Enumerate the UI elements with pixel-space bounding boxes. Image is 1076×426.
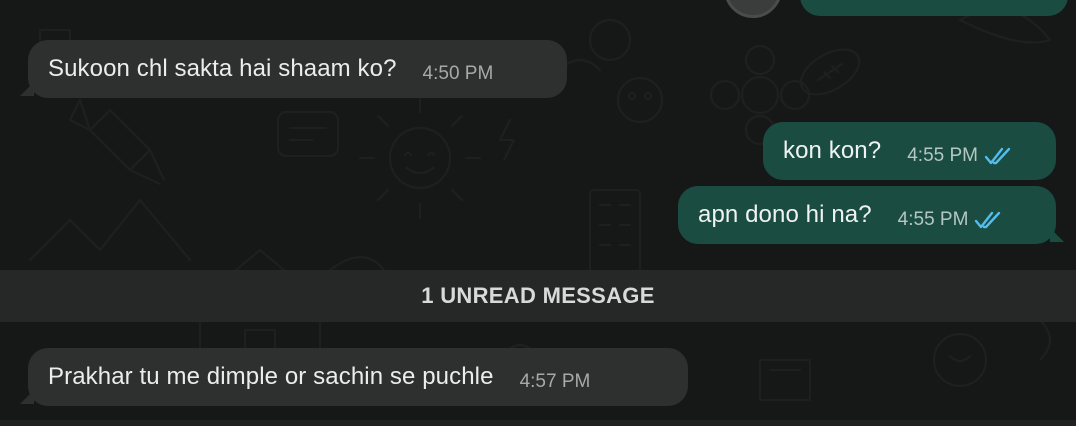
message-time: 4:50 PM xyxy=(422,62,494,84)
message-time: 4:55 PM xyxy=(897,208,969,230)
unread-divider-label: 1 UNREAD MESSAGE xyxy=(421,283,655,308)
message-meta: 4:55 PM xyxy=(907,145,1014,167)
message-meta: 4:55 PM xyxy=(898,209,1005,231)
message-time: 4:57 PM xyxy=(519,370,591,392)
composer-edge xyxy=(0,420,1076,426)
message-bubble-outgoing[interactable]: kon kon? 4:55 PM xyxy=(763,122,1056,180)
message-time: 4:55 PM xyxy=(907,144,978,166)
message-bubble-incoming[interactable]: Prakhar tu me dimple or sachin se puchle… xyxy=(28,348,688,406)
chat-window: Sukoon chl sakta hai shaam ko? 4:50 PM k… xyxy=(0,0,1076,426)
double-check-icon xyxy=(984,147,1011,164)
message-meta: 4:57 PM xyxy=(520,371,591,393)
message-bubble-outgoing[interactable]: apn dono hi na? 4:55 PM xyxy=(678,186,1056,244)
message-bubble-outgoing-partial[interactable] xyxy=(800,0,1068,16)
message-text: Prakhar tu me dimple or sachin se puchle xyxy=(48,363,494,390)
message-bubble-incoming[interactable]: Sukoon chl sakta hai shaam ko? 4:50 PM xyxy=(28,40,567,98)
message-meta: 4:50 PM xyxy=(423,63,494,85)
message-text: Sukoon chl sakta hai shaam ko? xyxy=(48,55,397,82)
message-text: kon kon? xyxy=(783,137,882,164)
message-text: apn dono hi na? xyxy=(698,201,872,228)
unread-divider: 1 UNREAD MESSAGE xyxy=(0,270,1076,322)
double-check-icon xyxy=(975,211,1001,228)
